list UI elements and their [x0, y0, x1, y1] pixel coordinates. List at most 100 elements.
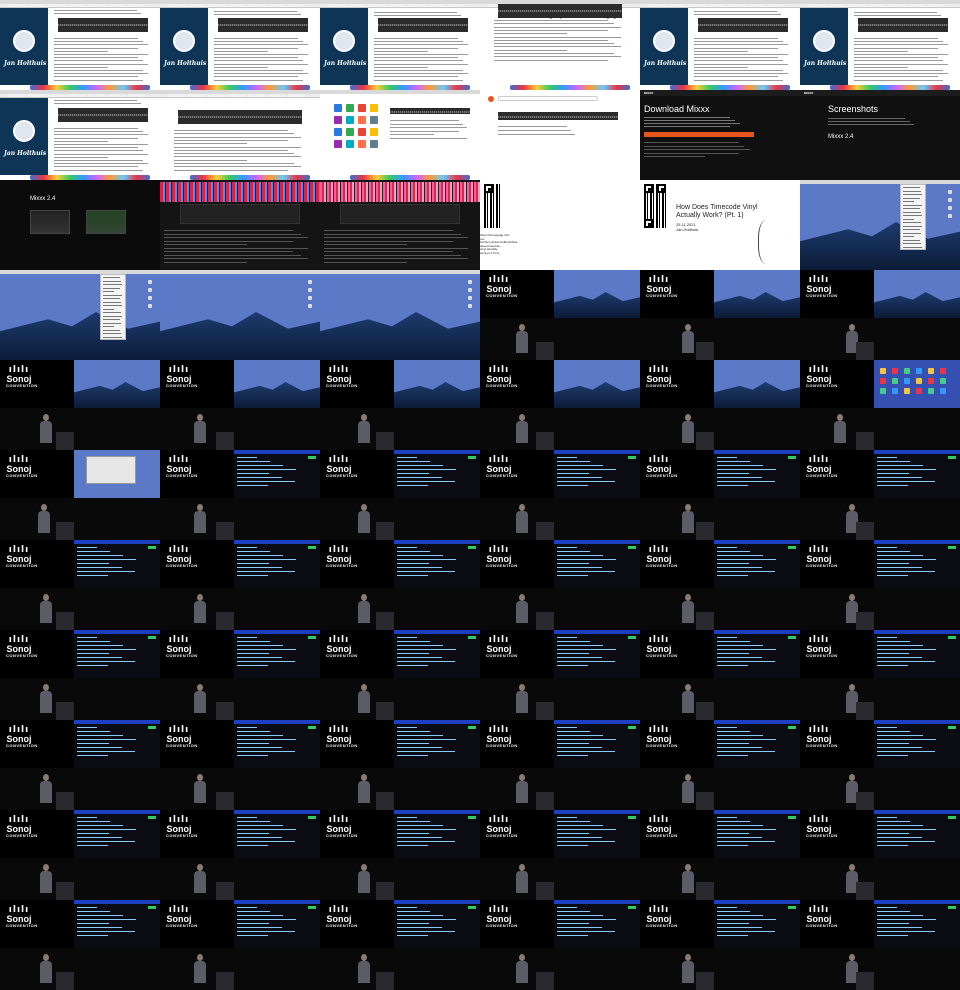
browser-tab[interactable] — [28, 4, 45, 7]
screenshot-thumb[interactable] — [30, 210, 70, 234]
desktop-icon[interactable] — [468, 280, 472, 284]
app-icon[interactable] — [346, 116, 354, 124]
context-menu[interactable] — [100, 274, 126, 340]
browser-tab[interactable] — [648, 4, 665, 7]
browser-tab[interactable] — [448, 4, 465, 7]
terminal-titlebar[interactable] — [554, 900, 640, 904]
context-menu[interactable] — [900, 184, 926, 250]
browser-tab[interactable] — [88, 4, 105, 7]
menu-bar[interactable] — [320, 270, 480, 274]
browser-tab[interactable] — [28, 94, 45, 97]
screenshot-thumb[interactable] — [86, 210, 126, 234]
app-icon[interactable] — [370, 128, 378, 136]
desktop-icon[interactable] — [948, 206, 952, 210]
browser-tab[interactable] — [8, 94, 25, 97]
terminal-titlebar[interactable] — [74, 810, 160, 814]
browser-tab[interactable] — [208, 4, 225, 7]
app-icon[interactable] — [346, 140, 354, 148]
video-frame-thumbnail[interactable]: ılılı Sonoj CONVENTION — [480, 540, 640, 630]
desktop-icon[interactable] — [308, 296, 312, 300]
video-frame-thumbnail[interactable]: ılılı Sonoj CONVENTION — [800, 270, 960, 360]
desktop-icon[interactable] — [916, 388, 922, 394]
terminal-titlebar[interactable] — [234, 630, 320, 634]
terminal-titlebar[interactable] — [394, 720, 480, 724]
terminal-titlebar[interactable] — [74, 720, 160, 724]
browser-tab[interactable] — [408, 4, 425, 7]
browser-tab[interactable] — [288, 94, 305, 97]
terminal-titlebar[interactable] — [74, 630, 160, 634]
video-frame-thumbnail[interactable]: ılılı Sonoj CONVENTION — [480, 900, 640, 990]
video-frame-thumbnail[interactable]: ılılı Sonoj CONVENTION — [160, 900, 320, 990]
mixer-panel[interactable] — [180, 204, 300, 224]
desktop-icon[interactable] — [904, 368, 910, 374]
menu-bar[interactable] — [800, 180, 960, 184]
video-frame-thumbnail[interactable]: ılılı Sonoj CONVENTION — [320, 360, 480, 450]
desktop-icon[interactable] — [880, 388, 886, 394]
author-avatar[interactable] — [653, 30, 675, 52]
video-frame-thumbnail[interactable]: ılılı Sonoj CONVENTION — [0, 540, 160, 630]
video-frame-thumbnail[interactable]: ılılı Sonoj CONVENTION — [320, 450, 480, 540]
terminal-titlebar[interactable] — [874, 720, 960, 724]
menu-bar[interactable] — [160, 270, 320, 274]
video-frame-thumbnail[interactable]: ılılı Sonoj CONVENTION — [320, 630, 480, 720]
desktop-icon[interactable] — [880, 368, 886, 374]
terminal-titlebar[interactable] — [554, 810, 640, 814]
browser-tab[interactable] — [108, 94, 125, 97]
desktop-icon[interactable] — [148, 288, 152, 292]
terminal-titlebar[interactable] — [234, 810, 320, 814]
browser-tab[interactable] — [208, 94, 225, 97]
video-frame-thumbnail[interactable]: ılılı Sonoj CONVENTION — [480, 270, 640, 360]
app-icon[interactable] — [358, 116, 366, 124]
browser-tab[interactable] — [808, 4, 825, 7]
browser-tab[interactable] — [248, 94, 265, 97]
video-frame-thumbnail[interactable]: ılılı Sonoj CONVENTION — [800, 630, 960, 720]
browser-tab[interactable] — [48, 94, 65, 97]
app-icon[interactable] — [358, 104, 366, 112]
author-avatar[interactable] — [13, 30, 35, 52]
terminal-titlebar[interactable] — [234, 900, 320, 904]
video-frame-thumbnail[interactable]: ılılı Sonoj CONVENTION — [480, 810, 640, 900]
video-frame-thumbnail[interactable]: ılılı Sonoj CONVENTION — [480, 360, 640, 450]
video-frame-thumbnail[interactable] — [320, 90, 480, 180]
video-frame-thumbnail[interactable]: ılılı Sonoj CONVENTION — [0, 630, 160, 720]
qr-code[interactable] — [644, 184, 666, 228]
video-frame-thumbnail[interactable]: https://homepage.ruhr-uni-bochum.de/jan.… — [480, 180, 640, 270]
browser-tab[interactable] — [128, 94, 145, 97]
browser-tab[interactable] — [68, 94, 85, 97]
terminal-titlebar[interactable] — [554, 720, 640, 724]
mixer-panel[interactable] — [340, 204, 460, 224]
desktop-icon[interactable] — [468, 288, 472, 292]
browser-tab[interactable] — [688, 4, 705, 7]
terminal-titlebar[interactable] — [394, 540, 480, 544]
video-frame-thumbnail[interactable]: ılılı Sonoj CONVENTION — [0, 720, 160, 810]
video-frame-thumbnail[interactable]: ılılı Sonoj CONVENTION — [0, 810, 160, 900]
video-frame-thumbnail[interactable]: ılılı Sonoj CONVENTION — [640, 540, 800, 630]
browser-tab[interactable] — [928, 4, 945, 7]
terminal-titlebar[interactable] — [74, 540, 160, 544]
author-avatar[interactable] — [333, 30, 355, 52]
desktop-icon[interactable] — [940, 378, 946, 384]
desktop-icon[interactable] — [308, 304, 312, 308]
browser-tab[interactable] — [228, 4, 245, 7]
terminal-titlebar[interactable] — [554, 630, 640, 634]
video-frame-thumbnail[interactable]: ılılı Sonoj CONVENTION — [800, 810, 960, 900]
terminal-titlebar[interactable] — [714, 630, 800, 634]
terminal-titlebar[interactable] — [714, 450, 800, 454]
desktop-icon[interactable] — [892, 378, 898, 384]
video-frame-thumbnail[interactable]: Jan Holthuis — [0, 0, 160, 90]
desktop-icon[interactable] — [148, 296, 152, 300]
terminal-titlebar[interactable] — [714, 810, 800, 814]
terminal-titlebar[interactable] — [554, 450, 640, 454]
browser-tab[interactable] — [168, 94, 185, 97]
browser-tab[interactable] — [748, 4, 765, 7]
terminal-titlebar[interactable] — [874, 900, 960, 904]
terminal-titlebar[interactable] — [234, 450, 320, 454]
desktop-icon[interactable] — [468, 304, 472, 308]
desktop-icon[interactable] — [948, 214, 952, 218]
video-frame-thumbnail[interactable]: ılılı Sonoj CONVENTION — [320, 540, 480, 630]
video-frame-thumbnail[interactable]: ılılı Sonoj CONVENTION — [800, 360, 960, 450]
menu-bar[interactable] — [320, 90, 480, 94]
video-frame-thumbnail[interactable]: ılılı Sonoj CONVENTION — [0, 360, 160, 450]
app-icon[interactable] — [346, 128, 354, 136]
video-frame-thumbnail[interactable]: How Does Timecode Vinyl Actually Work? (P… — [640, 180, 800, 270]
